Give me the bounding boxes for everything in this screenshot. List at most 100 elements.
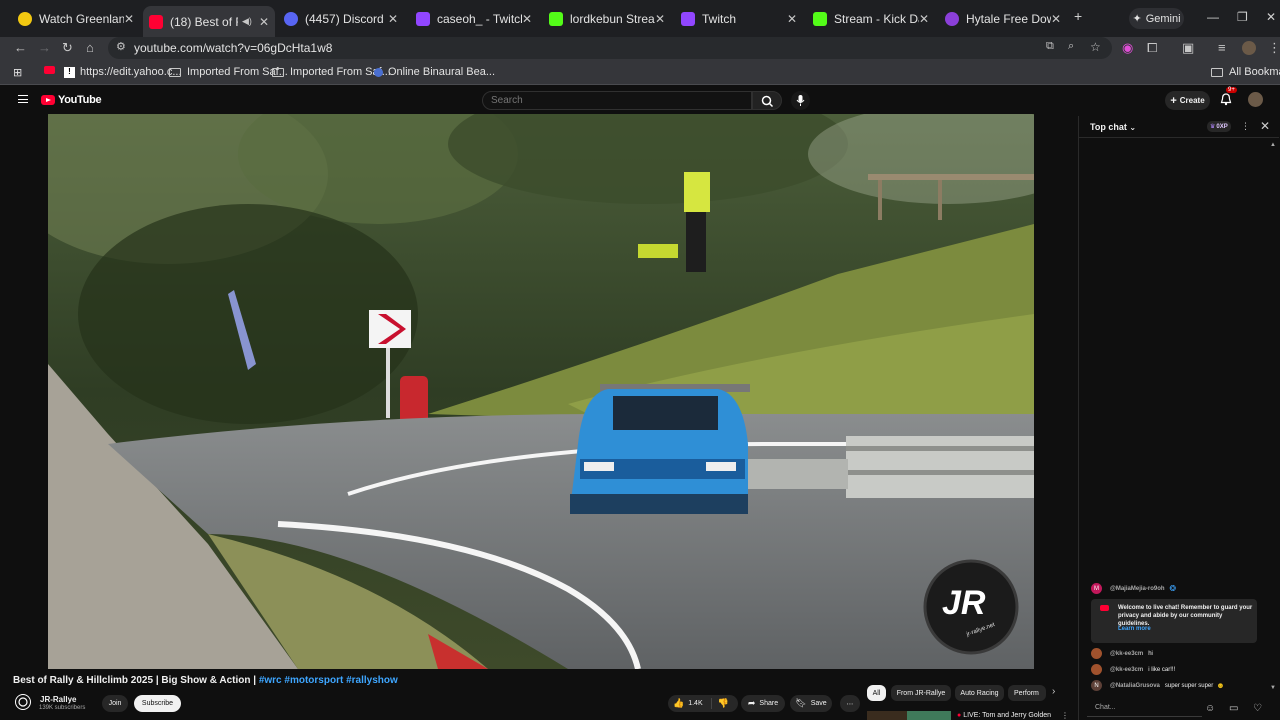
yahoo-icon: ! (64, 66, 75, 78)
recommended-thumbnail[interactable] (867, 711, 951, 720)
chat-input[interactable]: Chat... (1087, 702, 1202, 717)
bookmark-star-icon[interactable]: ☆ (1090, 40, 1101, 54)
extension-circle-icon[interactable]: ◉ (1122, 40, 1133, 56)
recommended-video-title[interactable]: ● LIVE: Tom and Jerry Golden (957, 712, 1051, 719)
restore-icon[interactable]: ❐ (1237, 10, 1248, 24)
scroll-up-arrow-icon[interactable]: ▲ (1270, 142, 1276, 148)
browser-tab[interactable]: Stream - Kick Dashboa ✕ (807, 8, 935, 30)
youtube-bookmark-icon[interactable] (44, 66, 55, 74)
new-tab-plus-icon[interactable]: + (1074, 8, 1082, 24)
voice-search-button[interactable] (791, 91, 810, 110)
binaural-favicon-icon (374, 67, 383, 77)
chat-input-placeholder: Chat... (1095, 704, 1116, 711)
chat-author[interactable]: @MajiaMejia-ro9oh (1110, 586, 1165, 592)
search-icon (761, 95, 774, 108)
youtube-masthead: YouTube + Create 9+ (0, 86, 1280, 114)
share-button[interactable]: ➦ Share (741, 695, 785, 712)
close-chat-icon[interactable]: ✕ (1260, 119, 1270, 133)
more-actions-button[interactable]: ⋯ (840, 695, 860, 712)
like-count: 1.4K (688, 700, 703, 707)
close-tab-icon[interactable]: ✕ (388, 12, 398, 26)
thumbs-down-icon[interactable]: 👎 (718, 698, 729, 709)
profile-avatar-icon[interactable] (1242, 41, 1256, 55)
notifications-bell-icon[interactable] (1220, 93, 1232, 106)
chip-performance[interactable]: Perform (1008, 685, 1046, 701)
close-window-icon[interactable]: ✕ (1266, 10, 1276, 24)
zoom-icon[interactable]: ⌕ (1068, 40, 1074, 53)
reload-icon[interactable]: ↻ (62, 40, 73, 56)
browser-tab[interactable]: Watch Greenland 2: Mig ✕ (12, 8, 140, 30)
close-tab-icon[interactable]: ✕ (919, 12, 929, 26)
chat-text: hi (1148, 650, 1153, 657)
close-tab-icon[interactable]: ✕ (787, 12, 797, 26)
bookmark-link[interactable]: ! https://edit.yahoo.c... (64, 66, 182, 78)
channel-name[interactable]: JR-Rallye (40, 695, 76, 704)
channel-avatar[interactable] (13, 692, 33, 712)
site-info-icon[interactable]: ⚙ (116, 40, 126, 53)
video-frame (48, 114, 1034, 669)
chip-all[interactable]: All (867, 685, 886, 701)
browser-tab[interactable]: lordkebun Stream - Wa ✕ (543, 8, 671, 30)
media-controls-icon[interactable]: ≡ (1218, 40, 1226, 55)
speaker-icon[interactable]: ◀) (242, 16, 252, 27)
bookmark-link[interactable]: Online Binaural Bea... (374, 66, 495, 78)
scroll-down-arrow-icon[interactable]: ▼ (1270, 685, 1276, 691)
search-button[interactable] (752, 91, 782, 110)
url-text[interactable]: youtube.com/watch?v=06gDcHta1w8 (134, 41, 332, 55)
browser-tab[interactable]: (4457) Discord | # ✕ (278, 8, 404, 30)
super-chat-icon[interactable]: ▭ (1229, 703, 1238, 714)
install-app-icon[interactable]: ⧉ (1046, 40, 1054, 53)
chip-from-channel[interactable]: From JR-Rallye (891, 685, 951, 701)
home-icon[interactable]: ⌂ (86, 40, 94, 55)
youtube-play-icon (41, 95, 55, 105)
close-tab-icon[interactable]: ✕ (655, 12, 665, 26)
browser-tab-active[interactable]: (18) Best of Rally & H ◀) ✕ (143, 6, 275, 37)
extensions-puzzle-icon[interactable]: ⧠ (1147, 40, 1157, 56)
search-input[interactable] (483, 92, 751, 106)
browser-tab[interactable]: caseoh_ - Twitch ✕ (410, 8, 538, 30)
learn-more-link[interactable]: Learn more (1118, 626, 1151, 632)
back-arrow-icon[interactable]: ← (14, 40, 27, 55)
address-bar[interactable]: ⚙ youtube.com/watch?v=06gDcHta1w8 ⧉ ⌕ ☆ (108, 37, 1112, 59)
save-button[interactable]: 🔖︎ Save (790, 695, 832, 712)
chat-menu-icon[interactable]: ⋮ (1241, 121, 1250, 132)
youtube-logo[interactable]: YouTube (41, 94, 102, 106)
chips-next-chevron-icon[interactable]: › (1052, 686, 1055, 697)
browser-tab[interactable]: Twitch ✕ (675, 8, 803, 30)
minimize-icon[interactable]: — (1207, 10, 1219, 24)
chat-mode-dropdown[interactable]: Top chat ⌄ (1090, 122, 1136, 132)
browser-menu-icon[interactable]: ⋮ (1268, 40, 1280, 56)
bookmark-folder[interactable]: Imported From Saf... (169, 66, 288, 78)
video-hashtags[interactable]: #wrc #motorsport #rallyshow (259, 675, 398, 686)
chat-author[interactable]: @kk-ee3cm (1110, 651, 1143, 657)
chat-author[interactable]: @kk-ee3cm (1110, 667, 1143, 673)
forward-arrow-icon[interactable]: → (38, 40, 51, 55)
recommended-more-icon[interactable]: ⋮ (1061, 711, 1069, 720)
subscribe-label: Subscribe (141, 700, 174, 707)
emoji-picker-icon[interactable]: ☺ (1205, 703, 1215, 714)
side-panel-icon[interactable]: ▣ (1182, 40, 1194, 56)
chip-auto-racing[interactable]: Auto Racing (955, 685, 1004, 701)
browser-tab[interactable]: Hytale Free Download ✕ (939, 8, 1067, 30)
create-button[interactable]: + Create (1165, 91, 1210, 110)
video-player[interactable]: JR jr-rallye.net (48, 114, 1034, 669)
microphone-icon (796, 95, 805, 106)
all-bookmarks-folder[interactable]: All Bookmarks (1211, 66, 1280, 78)
heart-icon[interactable]: ♡ (1253, 703, 1262, 714)
bookmark-icon: 🔖︎ (795, 698, 807, 708)
close-tab-icon[interactable]: ✕ (522, 12, 532, 26)
subscribe-button[interactable]: Subscribe (134, 695, 181, 712)
close-tab-icon[interactable]: ✕ (259, 15, 269, 29)
more-horizontal-icon: ⋯ (846, 700, 854, 708)
gemini-button[interactable]: ✦ Gemini (1129, 8, 1184, 29)
apps-grid-icon[interactable]: ⊞ (13, 66, 22, 79)
share-arrow-icon: ➦ (747, 698, 756, 708)
xp-badge[interactable]: ♛ 0XP (1207, 121, 1231, 132)
like-button[interactable]: 👍 1.4K (673, 698, 703, 709)
close-tab-icon[interactable]: ✕ (124, 12, 134, 26)
close-tab-icon[interactable]: ✕ (1051, 12, 1061, 26)
hamburger-menu-icon[interactable] (18, 95, 28, 103)
join-button[interactable]: Join (102, 695, 128, 712)
account-avatar[interactable] (1248, 92, 1263, 107)
chat-author[interactable]: @NataliaGrusova (1110, 683, 1160, 689)
